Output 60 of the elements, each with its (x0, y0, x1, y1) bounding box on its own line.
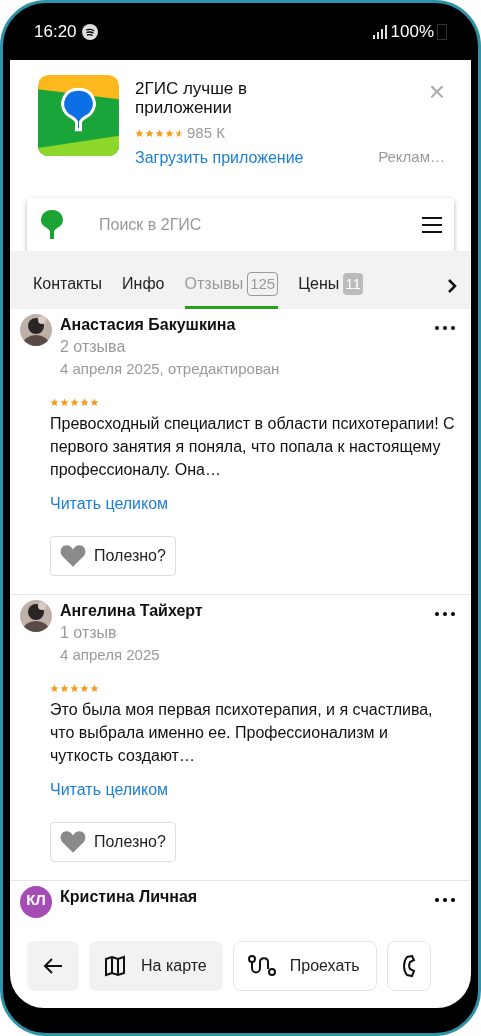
avatar: КЛ (20, 885, 52, 918)
music-app-icon (81, 23, 98, 40)
tab-count: 125 (247, 271, 279, 297)
app-logo-icon (38, 75, 119, 156)
search-placeholder: Поиск в 2ГИС (99, 215, 203, 235)
read-more-link[interactable]: Читать целиком (50, 491, 169, 516)
pin-icon (39, 210, 65, 240)
rating-count: 985 К (187, 123, 225, 143)
star-icon (60, 397, 69, 407)
heart-icon (60, 543, 86, 568)
status-time: 16:20 (34, 20, 77, 43)
download-app-link[interactable]: Загрузить приложение (135, 145, 304, 170)
banner-title: 2ГИС лучше в приложении (135, 79, 248, 117)
star-icon (50, 397, 59, 407)
tab[interactable]: Цены 11 (298, 262, 363, 309)
reviewer-name: Кристина Личная (60, 886, 199, 907)
read-more-link[interactable]: Читать целиком (50, 777, 169, 802)
signal-icon (372, 24, 387, 39)
call-button[interactable] (386, 940, 431, 991)
star-icon (175, 128, 184, 138)
review-count: 2 отзыва (60, 336, 127, 357)
review-date: 4 апреля 2025, отредактирован (60, 358, 281, 379)
map-icon (103, 953, 127, 978)
more-icon[interactable] (435, 897, 455, 902)
back-button[interactable] (27, 940, 79, 991)
star-icon (155, 128, 164, 138)
star-icon (145, 128, 154, 138)
star-icon (60, 683, 69, 693)
tab[interactable]: Контакты (33, 262, 103, 309)
review-text: Превосходный специалист в области психотерапии! С первого занятия я поняла, что попала к настоящему профессионалу. Она… (49, 413, 455, 480)
route-button[interactable]: Проехать (232, 940, 377, 991)
battery-icon (437, 23, 447, 40)
star-icon (80, 397, 89, 407)
star-icon (135, 128, 144, 138)
helpful-button[interactable]: Полезно? (50, 821, 176, 862)
battery-level: 100% (390, 20, 434, 43)
helpful-button[interactable]: Полезно? (50, 535, 176, 576)
heart-icon (60, 829, 86, 854)
star-icon (80, 683, 89, 693)
star-icon (70, 397, 79, 407)
more-icon[interactable] (435, 325, 455, 330)
review-date: 4 апреля 2025 (60, 644, 161, 665)
tab[interactable]: Инфо (122, 262, 165, 309)
route-icon (247, 953, 276, 978)
ad-label: Реклам… (378, 147, 445, 168)
menu-icon[interactable] (422, 216, 442, 234)
star-icon (50, 683, 59, 693)
reviewer-name: Ангелина Тайхерт (60, 600, 204, 621)
review-count: 1 отзыв (60, 622, 118, 643)
phone-icon (401, 953, 416, 978)
star-icon (165, 128, 174, 138)
tab-count: 11 (343, 272, 363, 296)
star-icon (90, 397, 99, 407)
more-icon[interactable] (435, 611, 455, 616)
chevron-right-icon[interactable] (447, 278, 457, 293)
star-icon (90, 683, 99, 693)
reviewer-name: Анастасия Бакушкина (60, 314, 237, 335)
star-icon (70, 683, 79, 693)
map-button[interactable]: На карте (89, 940, 223, 991)
review-text: Это была моя первая психотерапия, и я счастлива, что выбрала именно ее. Профессионализм и чуткость создают… (49, 699, 434, 766)
